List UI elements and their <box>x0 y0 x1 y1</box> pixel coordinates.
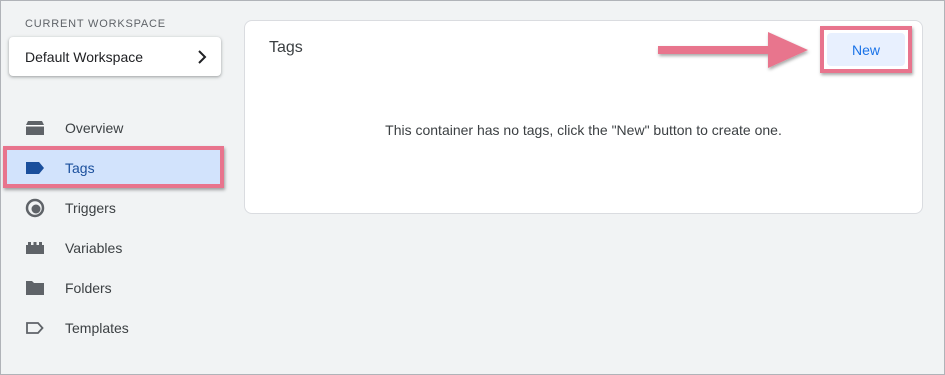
folder-icon <box>25 279 45 297</box>
sidebar-item-label: Tags <box>65 160 95 176</box>
overview-icon <box>25 119 45 137</box>
sidebar-item-overview[interactable]: Overview <box>0 108 230 148</box>
template-icon <box>25 319 45 337</box>
empty-state-message: This container has no tags, click the "N… <box>385 122 782 138</box>
sidebar-item-variables[interactable]: Variables <box>0 228 230 268</box>
new-button[interactable]: New <box>827 33 905 66</box>
page-title: Tags <box>269 39 303 56</box>
sidebar-item-label: Overview <box>65 120 124 136</box>
triggers-icon <box>25 198 45 218</box>
tag-icon <box>25 159 45 177</box>
sidebar-item-tags[interactable]: Tags <box>0 148 230 188</box>
new-button-highlight: New <box>820 26 912 73</box>
sidebar-item-label: Folders <box>65 280 112 296</box>
workspace-name: Default Workspace <box>25 48 144 65</box>
sidebar-item-triggers[interactable]: Triggers <box>0 188 230 228</box>
sidebar-item-label: Templates <box>65 320 129 336</box>
variables-icon <box>25 239 45 257</box>
sidebar-item-label: Triggers <box>65 200 116 216</box>
chevron-right-icon <box>198 49 207 64</box>
workspace-selector[interactable]: Default Workspace <box>9 37 221 76</box>
sidebar-item-templates[interactable]: Templates <box>0 308 230 348</box>
sidebar-item-label: Variables <box>65 240 123 256</box>
callout-arrow-icon <box>658 32 808 68</box>
sidebar-item-folders[interactable]: Folders <box>0 268 230 308</box>
workspace-label: CURRENT WORKSPACE <box>25 18 166 30</box>
